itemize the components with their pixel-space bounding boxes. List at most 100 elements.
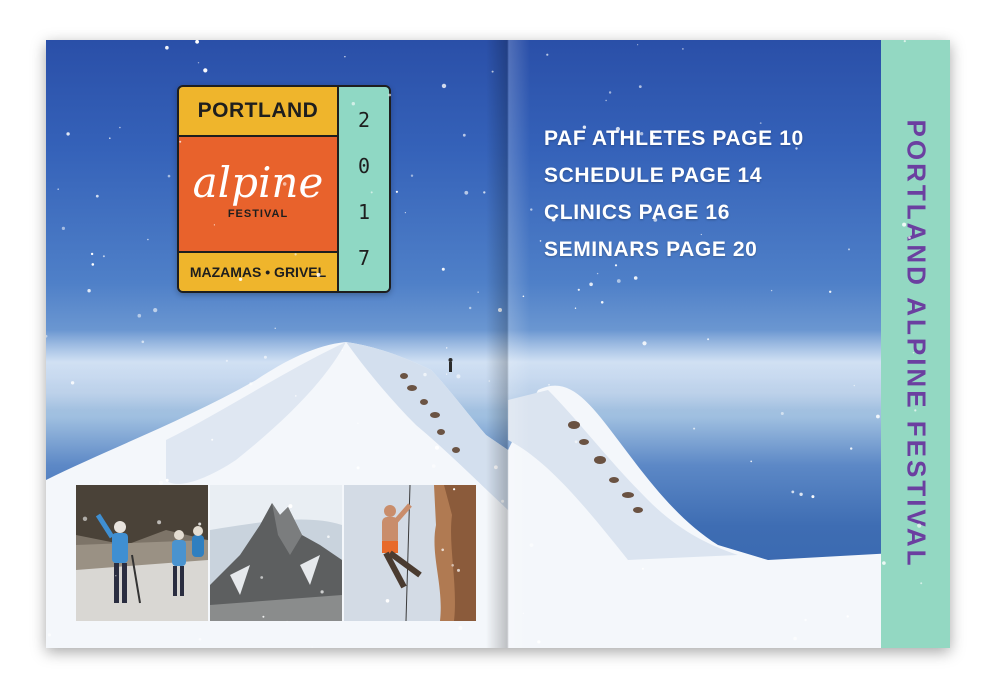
snowflake: [750, 460, 753, 463]
snowflake: [530, 208, 533, 211]
snowflake: [441, 83, 447, 89]
snowflake: [574, 307, 577, 309]
snowflake: [700, 233, 702, 236]
snowflake: [529, 543, 534, 547]
snowflake: [90, 252, 94, 256]
snowflake: [477, 291, 479, 293]
snowflake: [431, 464, 436, 468]
snowflake: [225, 359, 228, 362]
snowflake: [608, 91, 612, 94]
snowflake: [638, 85, 642, 88]
snowflake: [846, 615, 849, 618]
snowflake: [615, 126, 621, 132]
snowflake: [574, 440, 578, 444]
snowflake: [780, 412, 784, 415]
snowflake: [652, 134, 655, 138]
snowflake: [95, 194, 99, 198]
snowflake: [457, 568, 460, 572]
snowflake: [605, 99, 607, 102]
snowflake: [498, 308, 502, 312]
snowflake: [157, 520, 162, 525]
snowflake: [46, 334, 48, 338]
snowflake: [453, 488, 456, 491]
snowflake: [908, 236, 911, 239]
snowflake: [446, 373, 448, 375]
snowflake: [153, 308, 158, 313]
snowflake: [356, 466, 360, 470]
snowflake: [551, 217, 556, 222]
snowflake: [804, 618, 807, 622]
snowflake: [434, 445, 440, 450]
snowflake: [203, 68, 208, 73]
snowflake: [876, 414, 880, 419]
snowflake: [288, 504, 293, 509]
snowflake: [119, 126, 121, 129]
snowflake: [848, 248, 850, 251]
snowflake: [441, 548, 445, 552]
snowflake: [165, 478, 169, 482]
snowflake: [344, 56, 346, 58]
snowflake: [423, 372, 427, 377]
snowflake: [920, 582, 923, 585]
snowflake: [641, 567, 644, 570]
snowflake: [912, 352, 915, 354]
snowflake: [799, 492, 803, 496]
snowflake: [286, 620, 288, 623]
snowflake: [311, 646, 313, 648]
snowflake: [109, 137, 111, 139]
snowflake: [483, 191, 486, 194]
snowflake: [357, 422, 359, 424]
snowflake: [853, 384, 855, 387]
snowflake: [596, 272, 599, 275]
snowflake: [693, 427, 696, 430]
snowflake: [147, 238, 149, 241]
snowflake: [316, 272, 321, 277]
snowflake: [249, 382, 253, 386]
snowflake: [320, 590, 324, 594]
snowflake: [195, 40, 199, 44]
snowflake: [262, 615, 265, 618]
snowflake: [213, 224, 215, 226]
snowflake: [616, 279, 621, 283]
snowflake: [491, 70, 494, 73]
snowflake: [546, 53, 549, 56]
snowflake: [811, 495, 815, 499]
snowflake: [66, 132, 70, 136]
snowflake: [589, 282, 593, 287]
snowflake: [488, 380, 491, 382]
snowflake: [770, 289, 773, 292]
snowflake: [501, 499, 505, 503]
snowflake: [446, 347, 448, 349]
snowflake: [522, 612, 525, 615]
snowflake: [548, 384, 550, 386]
snowflake: [914, 409, 917, 412]
snowflake: [451, 564, 455, 567]
snowflake: [469, 306, 472, 310]
snowflake: [57, 188, 59, 190]
snowflake: [614, 264, 618, 267]
snowflake: [642, 341, 647, 346]
snowflake: [903, 40, 906, 43]
snowflake: [395, 190, 398, 193]
snowflake: [179, 140, 182, 143]
snowflake: [274, 327, 276, 329]
snowflake: [902, 222, 907, 227]
snowflake-overlay: [46, 40, 923, 648]
snowflake: [494, 465, 498, 470]
snowflake: [70, 381, 75, 385]
snowflake: [165, 45, 169, 50]
magazine-spread: PORTLAND alpine FESTIVAL MAZAMAS • GRIVE…: [46, 40, 950, 648]
snowflake: [539, 240, 542, 242]
snowflake: [341, 349, 344, 351]
snowflake: [441, 267, 445, 271]
snowflake: [464, 190, 469, 195]
snowflake: [388, 93, 392, 97]
snowflake: [917, 523, 922, 528]
snowflake: [829, 290, 832, 293]
snowflake: [795, 147, 798, 150]
snowflake: [537, 640, 541, 644]
snowflake: [385, 599, 390, 603]
snowflake: [882, 561, 886, 565]
snowflake: [682, 48, 684, 50]
snowflake: [522, 295, 525, 298]
